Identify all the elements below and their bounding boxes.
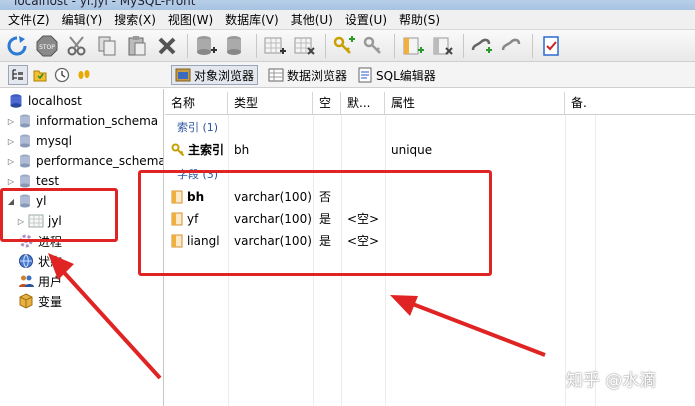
annotation-arrow-left [58,266,162,380]
annotation-arrowhead-right [390,295,418,316]
annotation-arrow-right [409,301,546,357]
annotation-arrows [48,253,546,380]
annotation-arrowhead-left [48,253,74,280]
watermark: 知乎 @水滴 [566,371,657,391]
